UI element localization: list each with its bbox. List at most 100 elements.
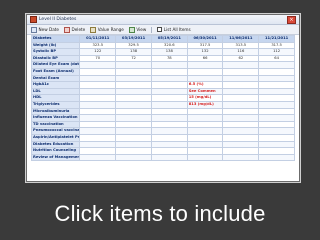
table-row[interactable]: Dilated Eye Exam (date) bbox=[30, 61, 295, 69]
table-cell[interactable]: 66 bbox=[186, 54, 224, 63]
table-cell[interactable]: 138 bbox=[115, 48, 152, 56]
table-row[interactable]: Review of Management Plan bbox=[30, 153, 295, 162]
table-cell[interactable] bbox=[150, 74, 188, 83]
table-row[interactable]: Pneumococcal vaccination bbox=[30, 127, 295, 135]
date-column-header[interactable]: 01/11/2011 bbox=[79, 35, 117, 43]
table-cell[interactable] bbox=[79, 120, 117, 129]
table-cell[interactable] bbox=[115, 147, 152, 155]
date-column-header[interactable]: 11/21/2011 bbox=[258, 35, 295, 43]
table-cell[interactable] bbox=[115, 127, 152, 135]
row-label[interactable]: HgbA1c bbox=[30, 81, 81, 89]
table-cell[interactable] bbox=[186, 74, 224, 83]
delete-button[interactable]: Delete bbox=[63, 26, 85, 33]
row-label[interactable]: Pneumococcal vaccination bbox=[30, 127, 81, 135]
table-cell[interactable] bbox=[79, 81, 117, 89]
table-cell[interactable] bbox=[150, 87, 188, 96]
table-cell[interactable]: See Commen bbox=[186, 87, 224, 96]
table-cell[interactable] bbox=[115, 140, 152, 149]
table-cell[interactable] bbox=[258, 140, 295, 149]
table-row[interactable]: Diastolic BP 70 72 78 66 62 64 bbox=[30, 54, 295, 63]
table-cell[interactable] bbox=[186, 133, 224, 142]
table-cell[interactable] bbox=[258, 100, 295, 109]
table-cell[interactable] bbox=[258, 114, 295, 122]
table-cell[interactable] bbox=[150, 153, 188, 162]
table-cell[interactable]: 138 bbox=[150, 48, 188, 56]
table-cell[interactable] bbox=[79, 74, 117, 83]
table-cell[interactable] bbox=[79, 114, 117, 122]
table-cell[interactable] bbox=[258, 147, 295, 155]
table-cell[interactable] bbox=[186, 153, 224, 162]
new-date-button[interactable]: New Date bbox=[31, 26, 59, 33]
table-cell[interactable] bbox=[79, 140, 117, 149]
table-cell[interactable] bbox=[150, 81, 188, 89]
table-cell[interactable] bbox=[79, 94, 117, 102]
table-row[interactable]: Diabetes Education bbox=[30, 140, 295, 149]
table-row[interactable]: HgbA1c 6.5 (%) bbox=[30, 81, 295, 89]
table-cell[interactable] bbox=[115, 87, 152, 96]
row-label[interactable]: Aspirin/Antiplatelet Prophylaxis bbox=[30, 133, 81, 142]
table-cell[interactable]: 132 bbox=[186, 48, 224, 56]
table-row[interactable]: Aspirin/Antiplatelet Prophylaxis bbox=[30, 133, 295, 142]
table-cell[interactable]: 15 (mg/dL) bbox=[186, 94, 224, 102]
table-cell[interactable] bbox=[79, 87, 117, 96]
table-cell[interactable]: 329.5 bbox=[115, 41, 152, 50]
table-cell[interactable]: 323.5 bbox=[79, 41, 117, 50]
table-cell[interactable] bbox=[150, 120, 188, 129]
table-cell[interactable] bbox=[258, 120, 295, 129]
table-cell[interactable] bbox=[115, 100, 152, 109]
table-cell[interactable] bbox=[79, 67, 117, 76]
table-row[interactable]: HDL 15 (mg/dL) bbox=[30, 94, 295, 102]
row-label[interactable]: Systolic BP bbox=[30, 48, 81, 56]
table-cell[interactable] bbox=[222, 74, 260, 83]
table-row[interactable]: LDL See Commen bbox=[30, 87, 295, 96]
table-cell[interactable]: 320.6 bbox=[150, 41, 188, 50]
table-row[interactable]: Nutrition Counseling bbox=[30, 147, 295, 155]
table-cell[interactable] bbox=[150, 67, 188, 76]
row-label[interactable]: Foot Exam (Annual) bbox=[30, 67, 81, 76]
table-row[interactable]: Dental Exam bbox=[30, 74, 295, 83]
display-button[interactable]: View bbox=[128, 26, 146, 33]
date-column-header[interactable]: 06/30/2011 bbox=[186, 35, 224, 43]
table-cell[interactable]: 72 bbox=[115, 54, 152, 63]
table-cell[interactable] bbox=[222, 87, 260, 96]
table-row[interactable]: TD vaccination bbox=[30, 120, 295, 129]
table-cell[interactable] bbox=[150, 100, 188, 109]
table-cell[interactable] bbox=[186, 107, 224, 116]
row-label[interactable]: TD vaccination bbox=[30, 120, 81, 129]
value-range-button[interactable]: Value Range bbox=[90, 26, 124, 33]
table-cell[interactable] bbox=[115, 61, 152, 69]
table-cell[interactable] bbox=[79, 61, 117, 69]
table-cell[interactable] bbox=[186, 61, 224, 69]
row-label[interactable]: HDL bbox=[30, 94, 81, 102]
table-cell[interactable] bbox=[150, 140, 188, 149]
table-cell[interactable] bbox=[150, 107, 188, 116]
date-column-header[interactable]: 03/19/2011 bbox=[115, 35, 152, 43]
date-column-header[interactable]: 11/06/2011 bbox=[222, 35, 260, 43]
table-cell[interactable] bbox=[115, 114, 152, 122]
table-cell[interactable] bbox=[150, 114, 188, 122]
table-cell[interactable] bbox=[258, 87, 295, 96]
table-cell[interactable] bbox=[222, 94, 260, 102]
table-cell[interactable] bbox=[258, 74, 295, 83]
table-cell[interactable]: 313.5 bbox=[222, 41, 260, 50]
table-row[interactable]: Microalbuminuria bbox=[30, 107, 295, 116]
table-cell[interactable]: 6.5 (%) bbox=[186, 81, 224, 89]
table-cell[interactable]: 122 bbox=[79, 48, 117, 56]
table-row[interactable]: Triglycerides 813 (mg/dL) bbox=[30, 100, 295, 109]
table-cell[interactable] bbox=[150, 61, 188, 69]
table-cell[interactable]: 62 bbox=[222, 54, 260, 63]
table-cell[interactable] bbox=[258, 127, 295, 135]
table-cell[interactable] bbox=[150, 127, 188, 135]
row-label[interactable]: Dental Exam bbox=[30, 74, 81, 83]
list-all-items-toggle[interactable]: List All Items bbox=[156, 26, 191, 33]
table-cell[interactable] bbox=[222, 120, 260, 129]
table-cell[interactable] bbox=[115, 153, 152, 162]
table-cell[interactable] bbox=[222, 107, 260, 116]
table-row[interactable]: Foot Exam (Annual) bbox=[30, 67, 295, 76]
table-cell[interactable]: 112 bbox=[258, 48, 295, 56]
table-cell[interactable] bbox=[258, 61, 295, 69]
table-cell[interactable]: 64 bbox=[258, 54, 295, 63]
table-cell[interactable] bbox=[150, 147, 188, 155]
table-cell[interactable]: 813 (mg/dL) bbox=[186, 100, 224, 109]
table-cell[interactable] bbox=[115, 74, 152, 83]
